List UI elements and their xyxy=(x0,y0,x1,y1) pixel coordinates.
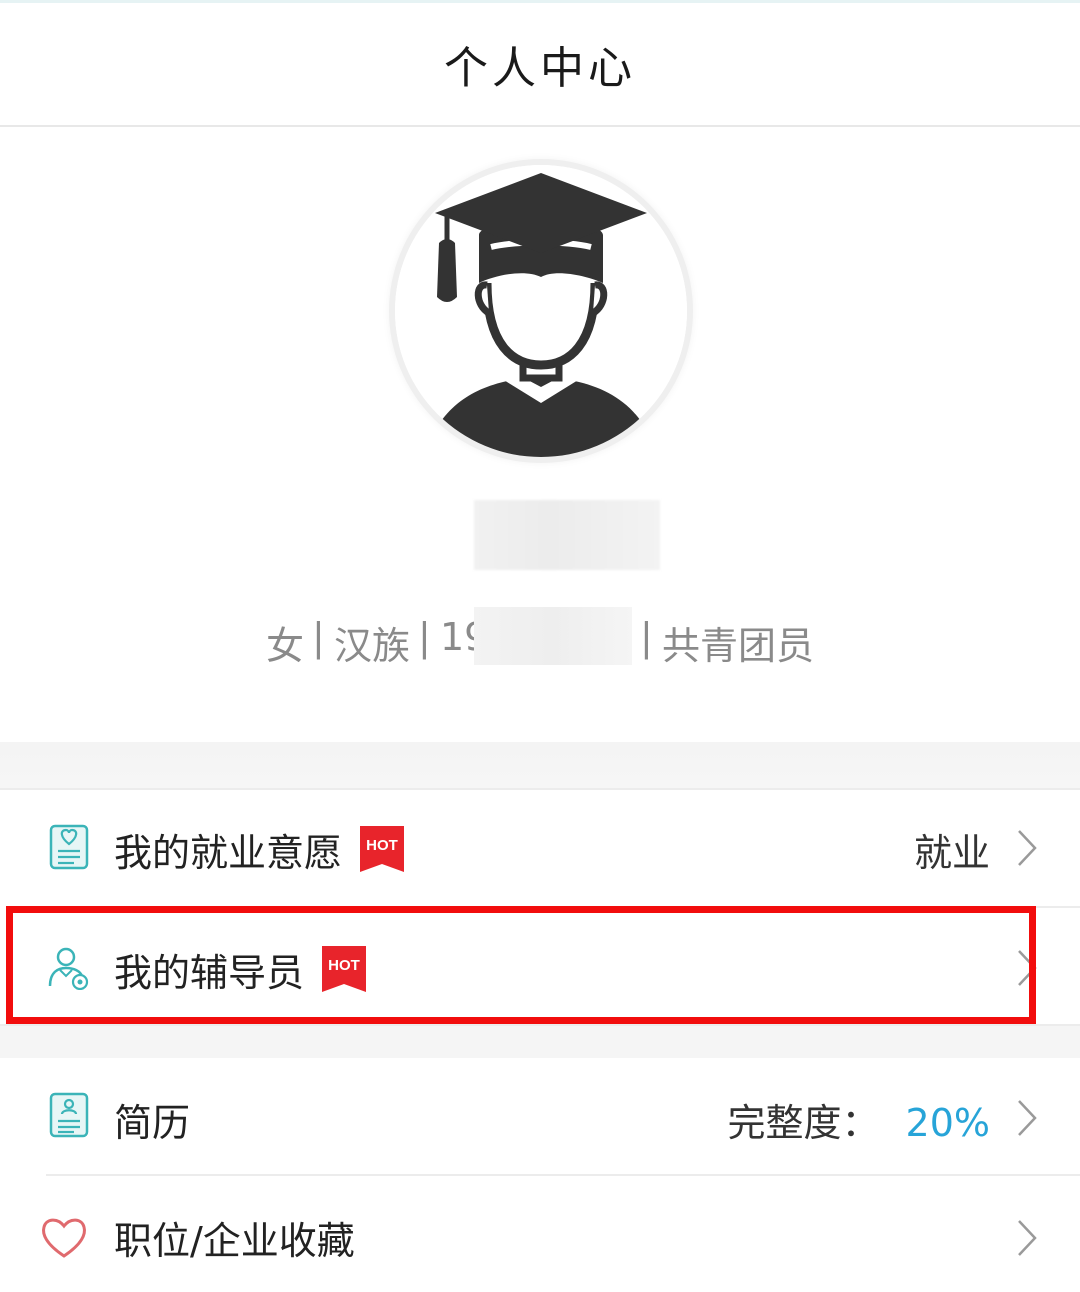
separator: | xyxy=(640,615,653,659)
chevron-right-icon xyxy=(1018,950,1037,986)
name-redacted xyxy=(474,500,660,570)
separator: | xyxy=(418,615,431,659)
menu-item-label: 简历 xyxy=(114,1101,191,1145)
completeness-percent: 20% xyxy=(905,1101,990,1145)
section-gap xyxy=(0,742,1080,790)
resume-completeness: 完整度： 20% xyxy=(728,1092,990,1147)
heart-icon xyxy=(42,1218,86,1258)
menu-item-label: 职位/企业收藏 xyxy=(114,1219,355,1263)
section-gap xyxy=(0,1024,1080,1060)
chevron-right-icon xyxy=(1018,830,1037,866)
ethnicity-text: 汉族 xyxy=(334,624,411,668)
menu-item-employment-intention[interactable]: 我的就业意愿 HOT 就业 xyxy=(0,790,1080,906)
graduate-avatar-icon xyxy=(395,165,687,457)
intention-document-icon xyxy=(49,824,89,870)
hot-badge-icon: HOT xyxy=(360,826,404,872)
profile-section: 女 | 汉族 | 19 | 共青团员 xyxy=(0,127,1080,742)
avatar[interactable] xyxy=(395,165,687,457)
resume-document-icon xyxy=(49,1092,89,1138)
menu-item-resume[interactable]: 简历 完整度： 20% xyxy=(0,1058,1080,1174)
political-status-text: 共青团员 xyxy=(662,624,815,668)
page-header: 个人中心 xyxy=(0,3,1080,127)
completeness-label: 完整度： xyxy=(727,1101,880,1145)
chevron-right-icon xyxy=(1018,1220,1037,1256)
menu-item-favorites[interactable]: 职位/企业收藏 xyxy=(0,1176,1080,1292)
menu-item-my-counselor[interactable]: 我的辅导员 HOT xyxy=(0,908,1080,1024)
menu-item-value: 就业 xyxy=(913,831,990,875)
svg-text:HOT: HOT xyxy=(366,837,398,854)
chevron-right-icon xyxy=(1018,1100,1037,1136)
counselor-person-icon xyxy=(48,947,89,990)
hot-badge-icon: HOT xyxy=(322,946,366,992)
menu-item-label: 我的就业意愿 xyxy=(114,831,343,875)
page-title: 个人中心 xyxy=(444,43,636,94)
separator: | xyxy=(312,615,325,659)
profile-info-row: 女 | 汉族 | 19 | 共青团员 xyxy=(0,607,1080,668)
svg-text:HOT: HOT xyxy=(328,957,360,974)
menu-item-label: 我的辅导员 xyxy=(114,951,305,995)
gender-text: 女 xyxy=(266,624,305,668)
birth-date-redacted xyxy=(474,607,632,665)
